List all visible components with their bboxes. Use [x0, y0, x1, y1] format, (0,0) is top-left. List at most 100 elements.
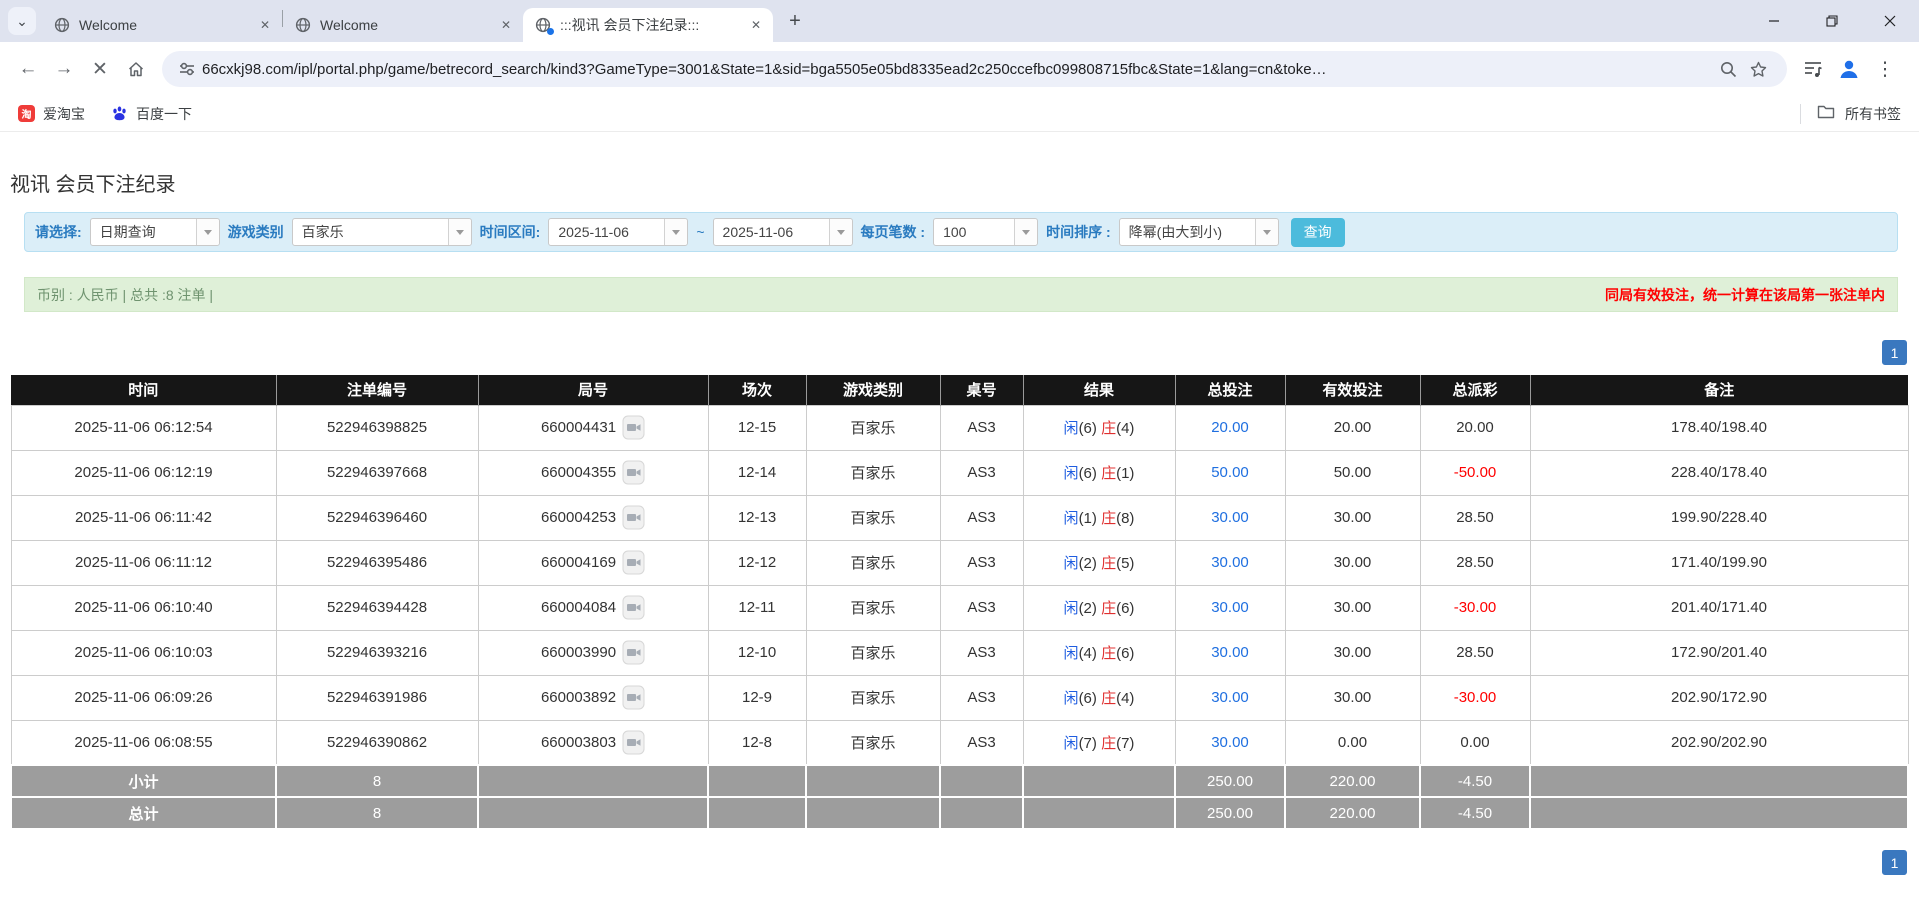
result-part: 庄(5) [1101, 555, 1134, 572]
bookmark-star-icon[interactable] [1743, 60, 1773, 79]
all-bookmarks-label[interactable]: 所有书签 [1845, 104, 1901, 124]
bookmark-item[interactable]: 百度一下 [111, 104, 192, 124]
rule-notice-text: 同局有效投注，统一计算在该局第一张注单内 [1605, 285, 1885, 305]
video-replay-icon[interactable] [622, 460, 645, 485]
cell-game-type: 百家乐 [806, 630, 940, 675]
cell-table-number: AS3 [940, 495, 1023, 540]
cell-round-number: 660003990 [478, 630, 708, 675]
result-part: 闲(6) [1064, 420, 1097, 437]
footer-total-bet: 250.00 [1175, 765, 1285, 797]
footer-empty-cell [1023, 765, 1175, 797]
cell-total-bet: 30.00 [1175, 675, 1285, 720]
media-controls-icon[interactable] [1795, 51, 1831, 87]
cell-note: 172.90/201.40 [1530, 630, 1908, 675]
footer-payout: -4.50 [1420, 765, 1530, 797]
date-to-select[interactable]: 2025-11-06 [713, 218, 853, 246]
cell-session: 12-14 [708, 450, 806, 495]
time-range-label: 时间区间: [480, 222, 541, 242]
total-bet-link[interactable]: 30.00 [1211, 554, 1249, 571]
video-replay-icon[interactable] [622, 505, 645, 530]
page-1-button[interactable]: 1 [1882, 850, 1907, 875]
video-replay-icon[interactable] [622, 550, 645, 575]
total-bet-link[interactable]: 30.00 [1211, 689, 1249, 706]
profile-avatar[interactable] [1831, 51, 1867, 87]
round-wrap: 660003803 [541, 730, 645, 755]
cell-table-number: AS3 [940, 720, 1023, 765]
total-bet-link[interactable]: 30.00 [1211, 644, 1249, 661]
cell-payout: 0.00 [1420, 720, 1530, 765]
result-part: 闲(6) [1064, 690, 1097, 707]
per-page-select[interactable]: 100 [933, 218, 1038, 246]
column-header: 桌号 [940, 375, 1023, 405]
new-tab-button[interactable]: + [781, 7, 809, 35]
back-button[interactable]: ← [10, 51, 46, 87]
total-bet-link[interactable]: 30.00 [1211, 599, 1249, 616]
tab-close-icon[interactable]: ✕ [747, 16, 765, 34]
site-settings-icon[interactable] [172, 60, 202, 78]
footer-count: 8 [276, 765, 478, 797]
close-window-button[interactable] [1861, 0, 1919, 42]
total-bet-link[interactable]: 30.00 [1211, 734, 1249, 751]
stop-loading-button[interactable]: ✕ [82, 51, 118, 87]
table-row: 2025-11-06 06:12:19522946397668660004355… [11, 450, 1908, 495]
game-type-label: 游戏类别 [228, 222, 284, 242]
cell-payout: 28.50 [1420, 630, 1530, 675]
cell-round-number: 660003803 [478, 720, 708, 765]
cell-valid-bet: 20.00 [1285, 405, 1420, 450]
footer-label: 小计 [11, 765, 276, 797]
browser-menu-icon[interactable]: ⋮ [1867, 51, 1903, 87]
cell-note: 199.90/228.40 [1530, 495, 1908, 540]
cell-result: 闲(7) 庄(7) [1023, 720, 1175, 765]
cell-valid-bet: 30.00 [1285, 495, 1420, 540]
cell-payout: 28.50 [1420, 540, 1530, 585]
divider [1800, 104, 1801, 124]
video-replay-icon[interactable] [622, 415, 645, 440]
result-part: 闲(7) [1064, 735, 1097, 752]
result-part: 庄(6) [1101, 600, 1134, 617]
query-type-select[interactable]: 日期查询 [90, 218, 220, 246]
video-replay-icon[interactable] [622, 685, 645, 710]
zoom-icon[interactable] [1713, 60, 1743, 79]
restore-button[interactable] [1803, 0, 1861, 42]
video-replay-icon[interactable] [622, 595, 645, 620]
date-from-select[interactable]: 2025-11-06 [548, 218, 688, 246]
cell-result: 闲(4) 庄(6) [1023, 630, 1175, 675]
forward-button[interactable]: → [46, 51, 82, 87]
url-bar[interactable]: 66cxkj98.com/ipl/portal.php/game/betreco… [162, 51, 1787, 87]
cell-table-number: AS3 [940, 405, 1023, 450]
url-text[interactable]: 66cxkj98.com/ipl/portal.php/game/betreco… [202, 61, 1713, 78]
cell-bet-id: 522946394428 [276, 585, 478, 630]
taobao-badge: 淘 [18, 105, 35, 122]
page-1-button[interactable]: 1 [1882, 340, 1907, 365]
bookmark-item[interactable]: 淘爱淘宝 [18, 104, 85, 124]
browser-tab[interactable]: Welcome✕ [42, 8, 282, 42]
tab-favicon-globe-icon [295, 17, 311, 33]
tab-search-button[interactable]: ⌄ [8, 7, 36, 35]
result-part: 闲(4) [1064, 645, 1097, 662]
cell-note: 171.40/199.90 [1530, 540, 1908, 585]
game-type-select[interactable]: 百家乐 [292, 218, 472, 246]
tab-close-icon[interactable]: ✕ [256, 16, 274, 34]
pagination-bottom: 1 [10, 850, 1907, 875]
home-button[interactable] [118, 51, 154, 87]
round-wrap: 660004431 [541, 415, 645, 440]
cell-total-bet: 30.00 [1175, 720, 1285, 765]
total-bet-link[interactable]: 20.00 [1211, 419, 1249, 436]
page-title: 视讯 会员下注纪录 [10, 168, 1919, 197]
browser-tab[interactable]: :::视讯 会员下注纪录:::✕ [523, 8, 773, 42]
table-row: 2025-11-06 06:11:12522946395486660004169… [11, 540, 1908, 585]
column-header: 结果 [1023, 375, 1175, 405]
round-number: 660004084 [541, 599, 616, 616]
video-replay-icon[interactable] [622, 730, 645, 755]
search-button[interactable]: 查询 [1291, 218, 1345, 247]
cell-bet-id: 522946398825 [276, 405, 478, 450]
total-bet-link[interactable]: 30.00 [1211, 509, 1249, 526]
video-replay-icon[interactable] [622, 640, 645, 665]
footer-valid-bet: 220.00 [1285, 797, 1420, 829]
tab-close-icon[interactable]: ✕ [497, 16, 515, 34]
cell-total-bet: 30.00 [1175, 585, 1285, 630]
total-bet-link[interactable]: 50.00 [1211, 464, 1249, 481]
minimize-button[interactable] [1745, 0, 1803, 42]
browser-tab[interactable]: Welcome✕ [283, 8, 523, 42]
sort-order-select[interactable]: 降幂(由大到小) [1119, 218, 1279, 246]
